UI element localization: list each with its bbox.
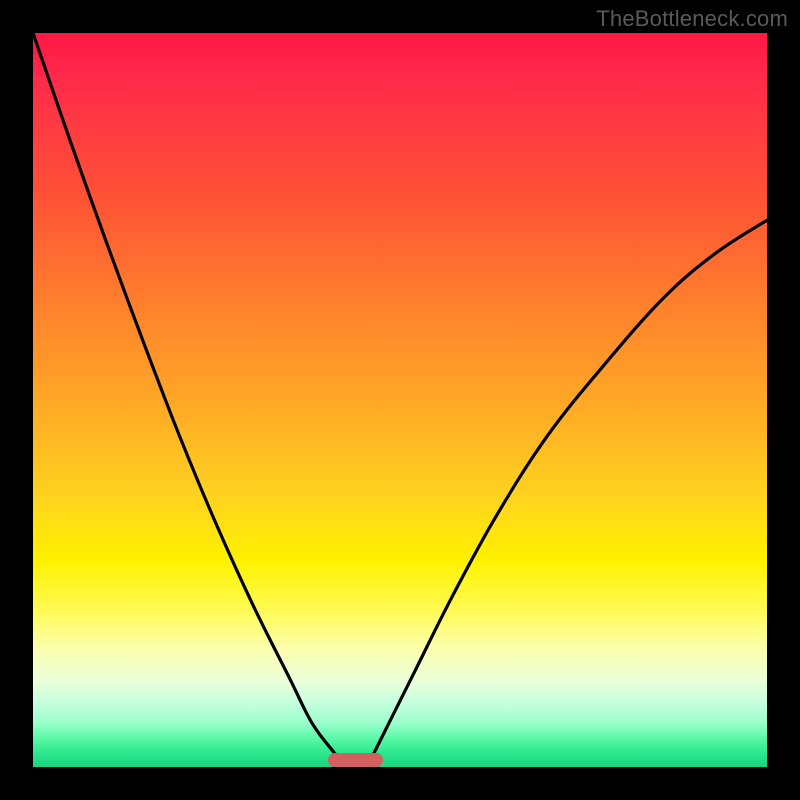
curve-left <box>33 33 347 767</box>
watermark-text: TheBottleneck.com <box>596 6 788 32</box>
plot-area <box>33 33 767 767</box>
bottleneck-marker <box>328 753 383 767</box>
curve-layer <box>33 33 767 767</box>
chart-frame: TheBottleneck.com <box>0 0 800 800</box>
curve-right <box>367 220 767 767</box>
